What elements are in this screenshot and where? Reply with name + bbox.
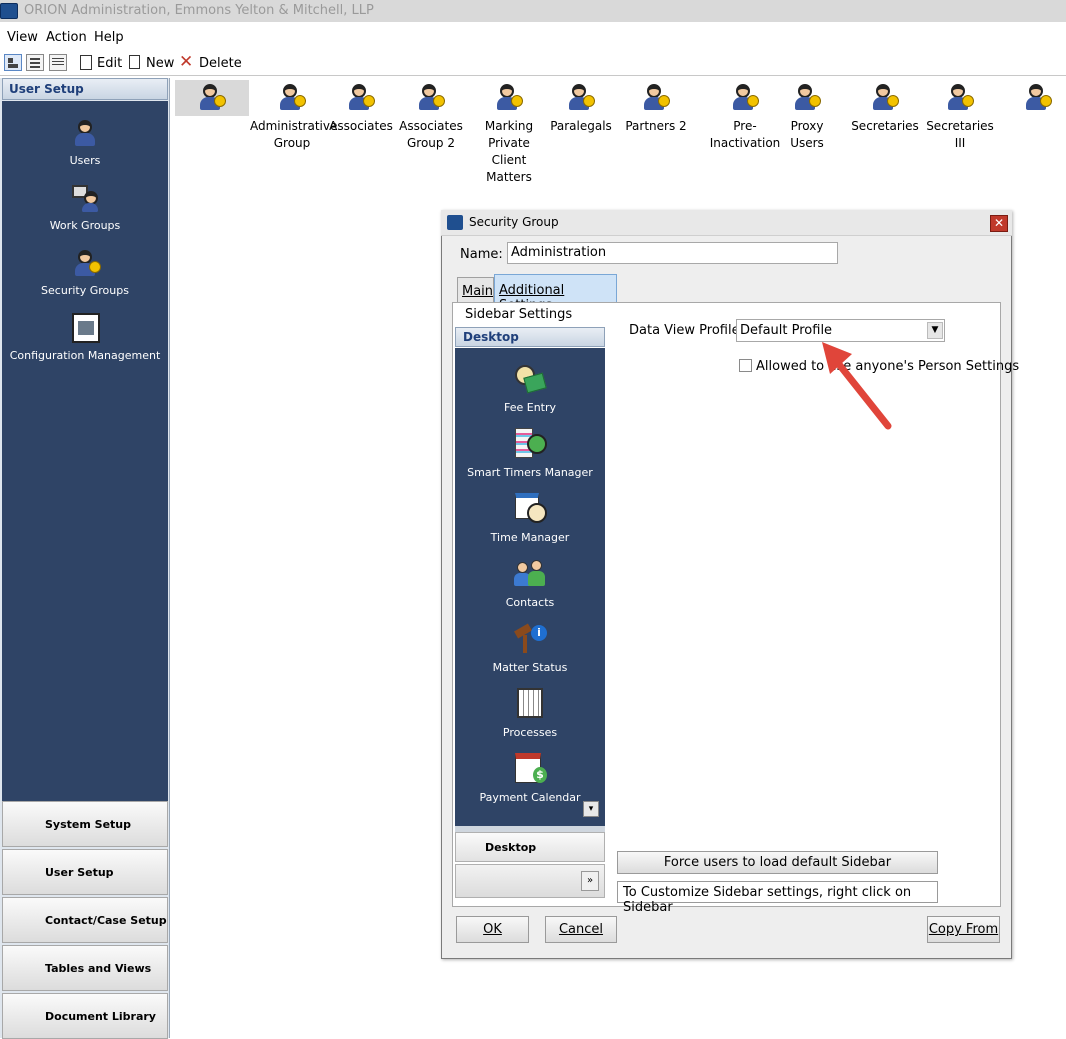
list-view-icon[interactable] [26,54,44,71]
sidebar-scroll-down-icon[interactable]: ▾ [583,801,599,817]
window-title: ORION Administration, Emmons Yelton & Mi… [24,3,374,18]
ok-button[interactable]: OK [456,916,529,943]
dialog-title: Security Group [469,215,559,229]
security-group-item[interactable]: Secretaries [850,80,920,135]
processes-icon [513,688,547,720]
security-group-icon [943,82,977,112]
security-group-icon [868,82,902,112]
security-group-icon [344,82,378,112]
security-group-item[interactable]: Paralegals [546,80,616,135]
user-icon [70,118,100,148]
work-groups-icon [70,183,100,213]
security-group-item[interactable] [175,80,249,116]
tab-main[interactable]: Main [457,277,494,303]
nav-button-system-setup[interactable]: System Setup [2,801,168,847]
sidebar-settings-title: Sidebar Settings [465,307,573,322]
delete-icon[interactable]: ✕ [179,52,193,72]
security-group-item[interactable]: Associates Group 2 [396,80,466,152]
menu-action[interactable]: Action [46,30,87,45]
security-group-item[interactable]: Proxy Users [779,80,835,152]
menu-bar: View Action Help [0,26,1066,48]
security-group-icon [275,82,309,112]
sidebar-item-processes[interactable]: Processes [455,688,605,739]
sidebar-desktop-header: Desktop [455,327,605,347]
close-icon[interactable]: ✕ [990,215,1008,232]
time-manager-icon [513,493,547,525]
nav-item-security-groups[interactable]: Security Groups [2,248,168,297]
new-icon[interactable] [129,55,140,69]
security-group-icon [414,82,448,112]
delete-button[interactable]: Delete [199,56,242,71]
security-group-icon [564,82,598,112]
smart-timers-icon [513,428,547,460]
nav-item-work-groups[interactable]: Work Groups [2,183,168,232]
security-group-item[interactable] [1014,80,1062,118]
name-label: Name: [460,247,503,262]
sidebar-item-matter-status[interactable]: i Matter Status [455,623,605,674]
sidebar-item-contacts[interactable]: Contacts [455,558,605,609]
contacts-icon [513,558,547,590]
matter-status-icon: i [513,623,547,655]
chevron-down-icon[interactable]: ▼ [927,322,943,339]
nav-header: User Setup [2,78,168,100]
sidebar-item-payment-calendar[interactable]: $ Payment Calendar [455,753,605,804]
nav-item-label: Security Groups [41,284,129,297]
security-group-item[interactable]: Pre-Inactivation [699,80,791,152]
chevron-right-icon[interactable]: » [581,871,599,891]
annotation-arrow-icon [822,342,892,430]
payment-calendar-icon: $ [513,753,547,785]
security-group-icon [70,248,101,278]
fee-entry-icon [513,363,547,395]
security-group-item[interactable]: Associates [326,80,396,135]
security-group-item[interactable]: Administrative Group [250,80,337,152]
nav-button-document-library[interactable]: Document Library [2,993,168,1039]
security-group-icon [1021,82,1055,112]
edit-button[interactable]: Edit [97,56,122,71]
details-view-icon[interactable] [49,54,67,71]
security-group-icon [492,82,526,112]
menu-help[interactable]: Help [94,30,124,45]
new-button[interactable]: New [146,56,174,71]
nav-header-label: User Setup [9,82,84,96]
sidebar-item-time-manager[interactable]: Time Manager [455,493,605,544]
force-default-sidebar-button[interactable]: Force users to load default Sidebar [617,851,938,874]
nav-item-users[interactable]: Users [2,118,168,167]
sidebar-item-fee-entry[interactable]: Fee Entry [455,363,605,414]
configuration-icon [70,313,100,343]
nav-button-contact-case-setup[interactable]: Contact/Case Setup [2,897,168,943]
nav-item-label: Work Groups [49,219,121,232]
app-icon [0,3,18,19]
sidebar-item-smart-timers-manager[interactable]: Smart Timers Manager [455,428,605,479]
cancel-button[interactable]: Cancel [545,916,617,943]
toolbar: Edit New ✕ Delete [0,50,1066,76]
tab-additional-settings[interactable]: Additional Settings [494,274,617,313]
nav-item-label: Configuration Management [9,349,161,362]
edit-icon[interactable] [80,55,92,70]
security-group-item[interactable]: Marking Private Client Matters [474,80,544,186]
app-icon [447,215,463,230]
nav-item-configuration-management[interactable]: Configuration Management [2,313,168,362]
large-icons-view-icon[interactable] [4,54,22,71]
data-view-profile-label: Data View Profile [629,323,740,338]
security-group-icon [790,82,824,112]
security-group-item[interactable]: Secretaries III [925,80,995,152]
security-group-icon [728,82,762,112]
nav-button-tables-and-views[interactable]: Tables and Views [2,945,168,991]
security-group-icon [195,82,229,112]
sidebar-desktop-button[interactable]: Desktop [455,832,605,862]
nav-item-label: Users [69,154,101,167]
security-group-item[interactable]: Partners 2 [621,80,691,135]
menu-view[interactable]: View [7,30,38,45]
copy-from-button[interactable]: Copy From [927,916,1000,943]
nav-button-user-setup[interactable]: User Setup [2,849,168,895]
dialog-title-bar: Security Group [441,210,1012,236]
customize-sidebar-note: To Customize Sidebar settings, right cli… [617,881,938,915]
security-group-icon [639,82,673,112]
allow-person-settings-checkbox[interactable] [739,359,752,372]
title-bar: ORION Administration, Emmons Yelton & Mi… [0,0,1066,22]
name-input[interactable]: Administration [507,242,838,264]
